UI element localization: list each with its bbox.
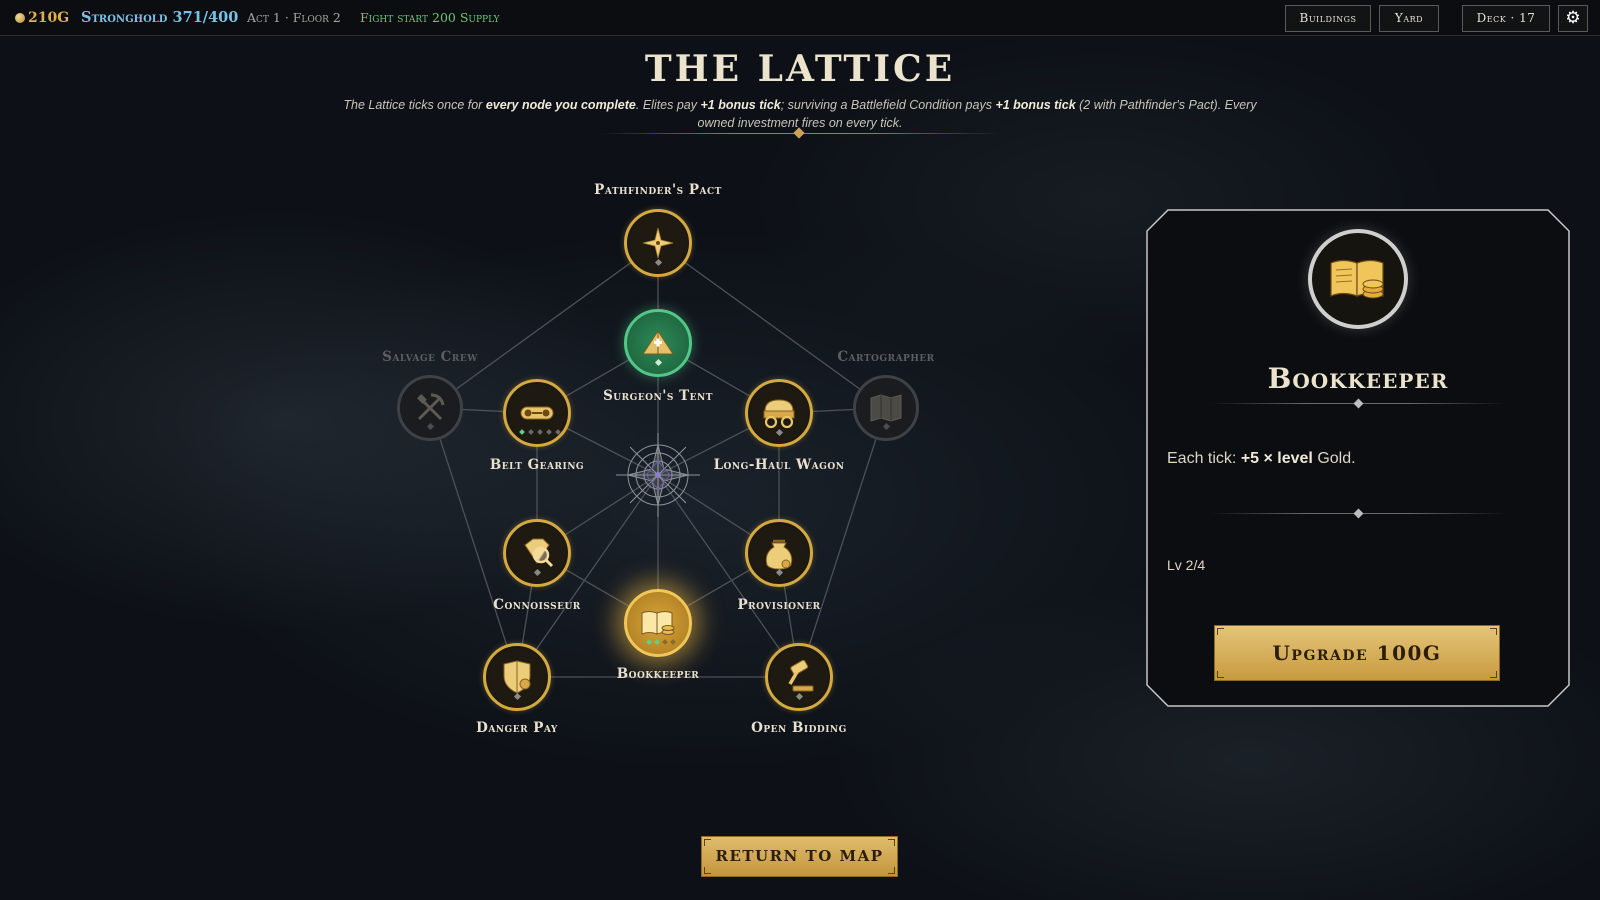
level-pips (519, 429, 561, 435)
corner-ornament (888, 839, 895, 846)
node-label-connoisseur: Connoisseur (493, 597, 581, 613)
detail-level: Lv 2/4 (1167, 557, 1206, 573)
corner-ornament (1217, 671, 1224, 678)
node-pathfinders-pact[interactable] (624, 209, 692, 277)
node-open-bidding[interactable] (765, 643, 833, 711)
upgrade-button[interactable]: Upgrade 100G (1214, 625, 1500, 681)
corner-ornament (704, 867, 711, 874)
corner-ornament (1490, 671, 1497, 678)
detail-icon (1308, 229, 1408, 329)
node-label-surgeons-tent: Surgeon's Tent (603, 388, 713, 404)
corner-ornament (888, 867, 895, 874)
node-label-salvage-crew: Salvage Crew (382, 349, 478, 365)
node-label-bookkeeper: Bookkeeper (616, 666, 700, 682)
node-label-provisioner: Provisioner (737, 597, 821, 613)
node-salvage-crew[interactable] (397, 375, 463, 441)
detail-desc-prefix: Each tick: (1167, 450, 1241, 467)
node-surgeons-tent[interactable] (624, 309, 692, 377)
compass-rose-icon (616, 433, 700, 517)
return-to-map-button[interactable]: RETURN TO MAP (701, 836, 898, 877)
node-provisioner[interactable] (745, 519, 813, 587)
node-connoisseur[interactable] (503, 519, 571, 587)
node-cartographer[interactable] (853, 375, 919, 441)
return-to-map-label: RETURN TO MAP (715, 847, 884, 865)
node-belt-gearing[interactable] (503, 379, 571, 447)
node-long-haul-wagon[interactable] (745, 379, 813, 447)
node-label-belt-gearing: Belt Gearing (489, 457, 585, 473)
ledger-coins-icon (1312, 233, 1404, 325)
node-label-long-haul-wagon: Long-Haul Wagon (713, 457, 845, 473)
corner-ornament (1217, 628, 1224, 635)
node-label-cartographer: Cartographer (837, 349, 935, 365)
node-label-open-bidding: Open Bidding (751, 720, 847, 736)
level-pips (646, 639, 676, 645)
detail-desc-suffix: Gold. (1312, 450, 1356, 467)
detail-title: Bookkeeper (1267, 362, 1449, 395)
node-label-pathfinders-pact: Pathfinder's Pact (594, 182, 722, 198)
detail-desc-value: +5 × level (1240, 450, 1313, 467)
detail-description: Each tick: +5 × level Gold. (1167, 450, 1356, 468)
node-label-danger-pay: Danger Pay (476, 720, 558, 736)
corner-ornament (704, 839, 711, 846)
node-danger-pay[interactable] (483, 643, 551, 711)
corner-ornament (1490, 628, 1497, 635)
upgrade-button-label: Upgrade 100G (1272, 641, 1442, 665)
node-bookkeeper[interactable] (624, 589, 692, 657)
